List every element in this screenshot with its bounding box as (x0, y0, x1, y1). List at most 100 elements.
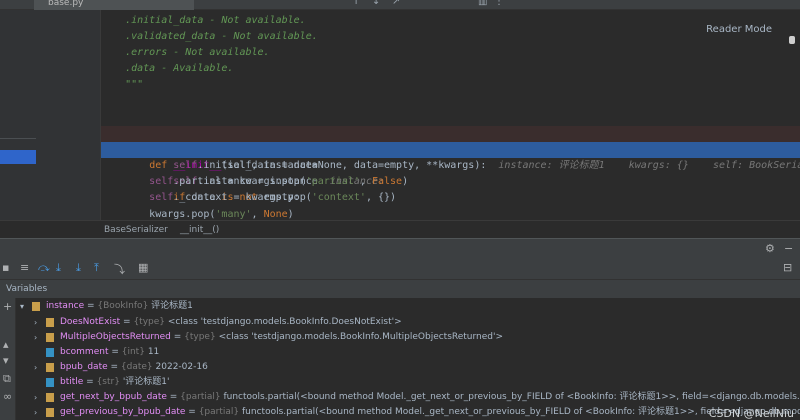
expand-icon[interactable]: › (34, 405, 37, 420)
variable-name: get_next_by_bpub_date (60, 392, 167, 402)
debug-panel-header: ⚙ − (0, 238, 800, 256)
code-line-current: 111 if data is not empty: (101, 142, 800, 203)
variable-type: {str} (96, 377, 120, 387)
code-line: 115 kwargs.pop('many', None) (101, 207, 800, 220)
toolbar-icon[interactable]: ▥ (478, 0, 487, 7)
code-text: kwargs.pop( (149, 209, 216, 220)
layout-icon[interactable]: ⊟ (783, 261, 792, 274)
variable-row[interactable]: bcomment = {int} 11 (16, 345, 800, 360)
breadcrumb: BaseSerializer __init__() (0, 220, 800, 238)
variable-type: {BookInfo} (97, 301, 149, 311)
variables-title: Variables (6, 284, 48, 294)
evaluate-expression-icon[interactable]: ▦ (138, 261, 148, 274)
editor-gutter[interactable] (36, 10, 100, 220)
show-execution-point-icon[interactable]: ≡ (20, 261, 29, 274)
variable-type: {int} (121, 347, 145, 357)
breadcrumb-method[interactable]: __init__() (180, 221, 219, 239)
code-line: 119 ⊙ def __init__(self, instance=None, … (101, 110, 800, 171)
code-text: ._context = kwargs.pop( (173, 192, 312, 203)
variable-value: 评论标题1 (151, 301, 193, 311)
self-keyword: self (149, 176, 174, 187)
variable-name: instance (46, 301, 85, 311)
code-text: ) (402, 176, 409, 187)
primitive-icon (46, 348, 54, 357)
editor-tab[interactable]: base.py (34, 0, 194, 10)
code-line-breakpoint: 120 self.instance = instance instance: (101, 126, 800, 187)
variable-value: '评论标题1' (122, 377, 170, 387)
variable-row[interactable]: › get_next_by_bpub_date = {partial} func… (16, 390, 800, 405)
step-over-icon[interactable]: ↑ (352, 0, 360, 7)
object-icon (46, 363, 54, 372)
variable-row[interactable]: › MultipleObjectsReturned = {type} <clas… (16, 330, 800, 345)
step-out-icon[interactable]: ⤒ (94, 261, 99, 275)
minimize-icon[interactable]: − (784, 242, 793, 255)
variables-header: Variables (0, 280, 800, 298)
variable-value: functools.partial(<bound method Model._g… (223, 392, 800, 402)
code-text: .data - Available. (101, 63, 234, 74)
variable-row[interactable]: ▾ instance = {BookInfo} 评论标题1 (16, 299, 800, 314)
variables-tree[interactable]: ▾ instance = {BookInfo} 评论标题1 › DoesNotE… (16, 298, 800, 420)
glasses-icon[interactable]: ∞ (3, 390, 12, 403)
copy-icon[interactable]: ⧉ (3, 372, 11, 386)
sidebar-divider (0, 138, 36, 139)
add-watch-icon[interactable]: + (3, 300, 12, 313)
variable-value: 11 (147, 347, 160, 357)
string-literal: 'partial' (305, 176, 360, 187)
expand-icon[interactable]: › (34, 390, 37, 405)
variable-value: 2022-02-16 (155, 362, 208, 372)
sidebar-selected-item[interactable] (0, 150, 36, 164)
variable-value: <class 'testdjango.models.BookInfo.Multi… (218, 332, 504, 342)
code-line: 105 .initial_data - Not available. (101, 13, 800, 29)
code-text: """ (101, 79, 144, 90)
gear-icon[interactable]: ⚙ (765, 242, 775, 255)
variable-row[interactable]: › DoesNotExist = {type} <class 'testdjan… (16, 315, 800, 330)
object-icon (46, 333, 54, 342)
run-to-cursor-icon[interactable]: ⤵ (114, 261, 125, 277)
self-keyword: self (149, 192, 174, 203)
code-line: 109 """ (101, 77, 800, 93)
expand-icon[interactable]: › (34, 330, 37, 345)
code-text: .errors - Not available. (101, 47, 270, 58)
watermark: CSDN @NeilNiu (708, 407, 794, 420)
inspection-status-icon[interactable] (789, 36, 795, 44)
object-icon (46, 408, 54, 417)
code-text: .partial = kwargs.pop( (173, 176, 306, 187)
variable-value: <class 'testdjango.models.BookInfo.DoesN… (167, 317, 402, 327)
step-out-icon[interactable]: ↗ (392, 0, 400, 7)
editor-tab-strip: base.py ↑ ↓ ↗ ▥ ⋮ (0, 0, 800, 10)
code-text: .initial_data = data (197, 160, 318, 171)
project-sidebar (0, 10, 36, 238)
down-icon[interactable]: ▾ (3, 354, 9, 367)
variable-name: bpub_date (60, 362, 108, 372)
string-literal: 'context' (311, 192, 366, 203)
step-into-my-code-icon[interactable]: ⤓ (76, 261, 81, 275)
expand-icon[interactable]: › (34, 315, 37, 330)
code-line: 107 .errors - Not available. (101, 45, 800, 61)
expand-icon[interactable]: ▾ (20, 299, 24, 314)
object-icon (46, 318, 54, 327)
variable-name: DoesNotExist (60, 317, 121, 327)
variable-type: {type} (184, 332, 216, 342)
variable-row[interactable]: btitle = {str} '评论标题1' (16, 375, 800, 390)
step-over-icon[interactable]: ⤼ (38, 261, 50, 275)
code-editor[interactable]: 105 .initial_data - Not available. 106 .… (101, 10, 800, 220)
self-keyword: self (173, 160, 198, 171)
step-into-icon[interactable]: ↓ (372, 0, 380, 7)
up-icon[interactable]: ▴ (3, 338, 9, 351)
breadcrumb-class[interactable]: BaseSerializer (104, 221, 168, 239)
toolbar-icon[interactable]: ▪ (2, 261, 9, 274)
toolbar-icon-2[interactable]: ⋮ (494, 0, 504, 7)
code-line: 114 self._context = kwargs.pop('context'… (101, 190, 800, 206)
variable-row[interactable]: › get_previous_by_bpub_date = {partial} … (16, 405, 800, 420)
code-line: 106 .validated_data - Not available. (101, 29, 800, 45)
code-text: .initial_data - Not available. (101, 15, 306, 26)
variable-row[interactable]: › bpub_date = {date} 2022-02-16 (16, 360, 800, 375)
string-literal: 'many' (215, 209, 252, 220)
editor-tab-label: base.py (48, 0, 84, 8)
variable-type: {type} (133, 317, 165, 327)
keyword: False (371, 176, 403, 187)
reader-mode-toggle[interactable]: Reader Mode (706, 24, 772, 35)
object-icon (32, 302, 40, 311)
expand-icon[interactable]: › (34, 360, 37, 375)
step-into-icon[interactable]: ⤓ (56, 261, 61, 275)
